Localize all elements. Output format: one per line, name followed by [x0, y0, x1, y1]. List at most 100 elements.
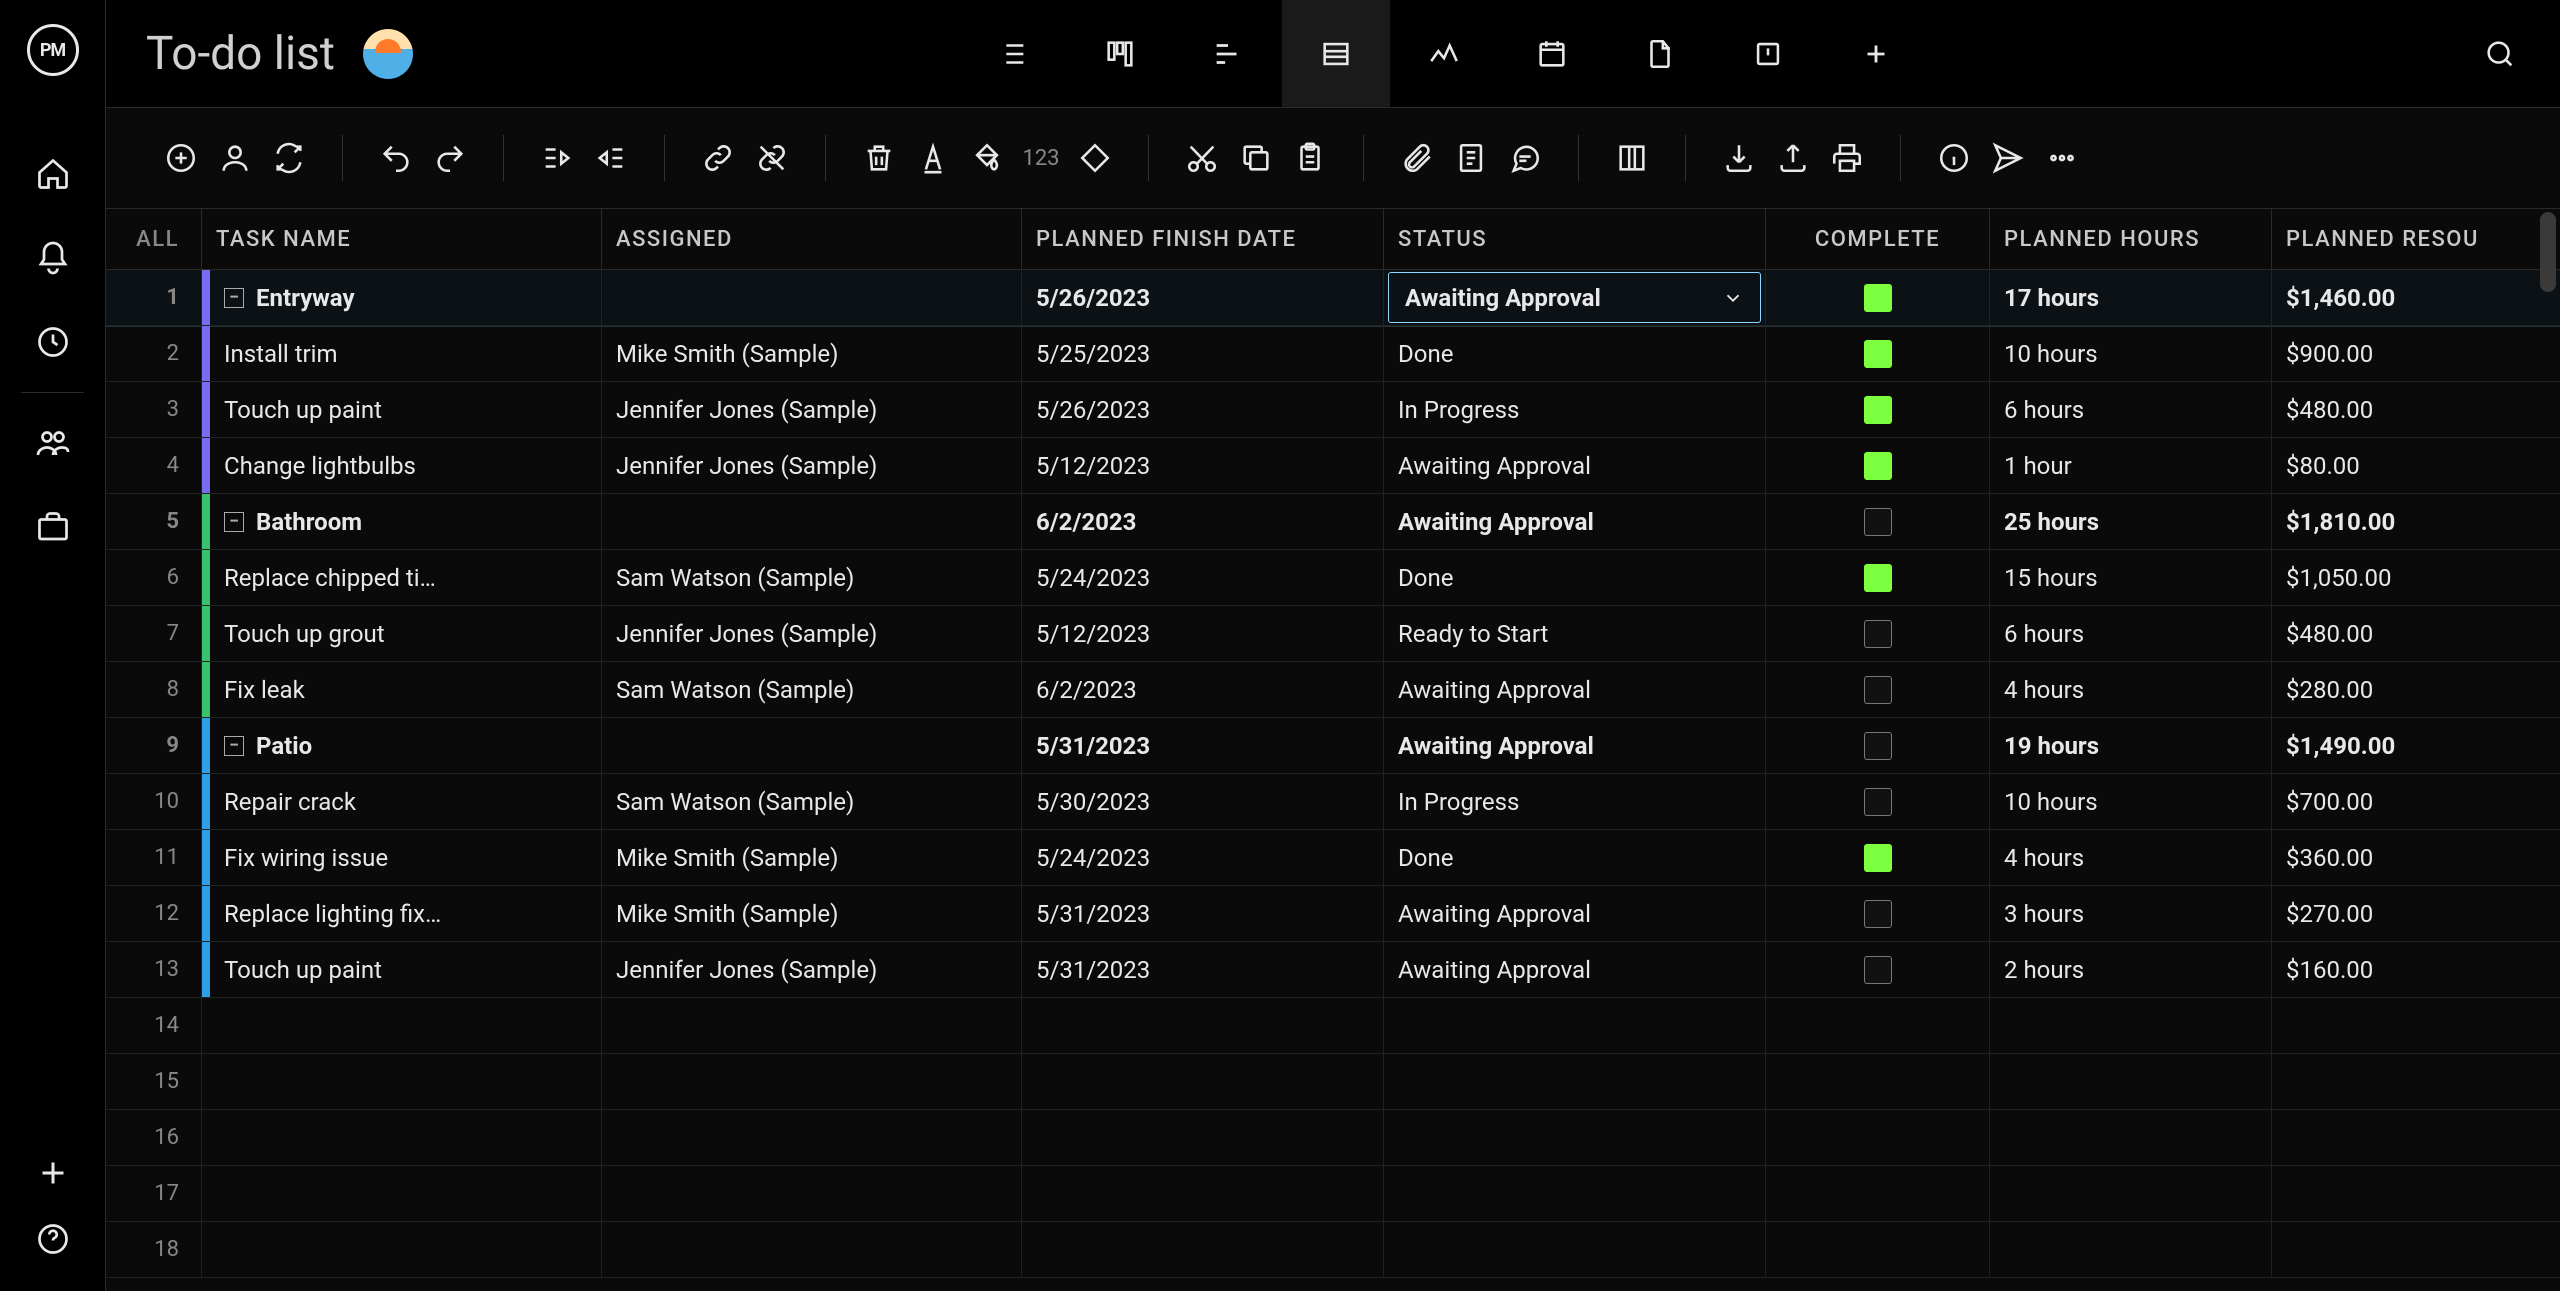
collapse-icon[interactable]: − [224, 736, 244, 756]
table-row[interactable]: 1−Entryway5/26/2023Awaiting Approval17 h… [106, 270, 2560, 326]
collapse-icon[interactable]: − [224, 512, 244, 532]
hours-cell[interactable]: 25 hours [1990, 494, 2272, 549]
status-cell[interactable]: Awaiting Approval [1384, 270, 1766, 325]
task-cell[interactable]: Repair crack [202, 774, 602, 829]
assigned-cell[interactable]: Mike Smith (Sample) [602, 886, 1022, 941]
table-row[interactable]: 3Touch up paintJennifer Jones (Sample)5/… [106, 382, 2560, 438]
delete-button[interactable] [854, 133, 904, 183]
assigned-cell[interactable] [602, 494, 1022, 549]
row-number[interactable]: 5 [106, 494, 202, 549]
empty-cell[interactable] [1990, 1110, 2272, 1165]
cut-button[interactable] [1177, 133, 1227, 183]
table-row[interactable]: 14 [106, 998, 2560, 1054]
scrollbar[interactable] [2540, 212, 2556, 292]
row-number[interactable]: 10 [106, 774, 202, 829]
status-cell[interactable]: Awaiting Approval [1384, 942, 1766, 997]
table-row[interactable]: 11Fix wiring issueMike Smith (Sample)5/2… [106, 830, 2560, 886]
hours-cell[interactable]: 17 hours [1990, 270, 2272, 325]
task-cell[interactable]: Replace lighting fix… [202, 886, 602, 941]
empty-cell[interactable] [1766, 1222, 1990, 1277]
complete-cell[interactable] [1766, 942, 1990, 997]
task-cell[interactable]: −Entryway [202, 270, 602, 325]
task-cell[interactable]: Install trim [202, 326, 602, 381]
empty-cell[interactable] [1990, 1166, 2272, 1221]
cost-cell[interactable]: $700.00 [2272, 774, 2556, 829]
task-cell[interactable]: Fix wiring issue [202, 830, 602, 885]
complete-checkbox[interactable] [1864, 844, 1892, 872]
assigned-cell[interactable]: Jennifer Jones (Sample) [602, 438, 1022, 493]
task-cell[interactable]: Replace chipped ti… [202, 550, 602, 605]
empty-cell[interactable] [1022, 1110, 1384, 1165]
col-header-date[interactable]: PLANNED FINISH DATE [1022, 209, 1384, 269]
status-cell[interactable]: Awaiting Approval [1384, 662, 1766, 717]
view-dashboard[interactable] [1390, 0, 1498, 107]
status-cell[interactable]: Awaiting Approval [1384, 438, 1766, 493]
empty-cell[interactable] [1766, 1166, 1990, 1221]
copy-button[interactable] [1231, 133, 1281, 183]
complete-checkbox[interactable] [1864, 732, 1892, 760]
row-number[interactable]: 16 [106, 1110, 202, 1165]
status-cell[interactable]: Awaiting Approval [1384, 718, 1766, 773]
table-row[interactable]: 4Change lightbulbsJennifer Jones (Sample… [106, 438, 2560, 494]
date-cell[interactable]: 5/12/2023 [1022, 438, 1384, 493]
row-number[interactable]: 8 [106, 662, 202, 717]
hours-cell[interactable]: 6 hours [1990, 382, 2272, 437]
view-list[interactable] [958, 0, 1066, 107]
project-title[interactable]: To-do list [146, 27, 335, 81]
col-header-complete[interactable]: COMPLETE [1766, 209, 1990, 269]
date-cell[interactable]: 5/24/2023 [1022, 830, 1384, 885]
nav-team[interactable] [0, 401, 105, 485]
complete-checkbox[interactable] [1864, 564, 1892, 592]
hours-cell[interactable]: 10 hours [1990, 774, 2272, 829]
row-number[interactable]: 9 [106, 718, 202, 773]
status-cell[interactable]: In Progress [1384, 774, 1766, 829]
complete-checkbox[interactable] [1864, 396, 1892, 424]
status-cell[interactable]: Done [1384, 830, 1766, 885]
complete-checkbox[interactable] [1864, 676, 1892, 704]
cost-cell[interactable]: $1,050.00 [2272, 550, 2556, 605]
table-row[interactable]: 10Repair crackSam Watson (Sample)5/30/20… [106, 774, 2560, 830]
nav-portfolio[interactable] [0, 485, 105, 569]
date-cell[interactable]: 5/31/2023 [1022, 886, 1384, 941]
empty-cell[interactable] [602, 1222, 1022, 1277]
complete-checkbox[interactable] [1864, 284, 1892, 312]
hours-cell[interactable]: 4 hours [1990, 662, 2272, 717]
date-cell[interactable]: 5/24/2023 [1022, 550, 1384, 605]
link-button[interactable] [693, 133, 743, 183]
hours-cell[interactable]: 19 hours [1990, 718, 2272, 773]
complete-cell[interactable] [1766, 886, 1990, 941]
status-cell[interactable]: Awaiting Approval [1384, 494, 1766, 549]
assign-button[interactable] [210, 133, 260, 183]
task-cell[interactable]: Change lightbulbs [202, 438, 602, 493]
redo-button[interactable] [425, 133, 475, 183]
task-cell[interactable]: −Bathroom [202, 494, 602, 549]
task-cell[interactable]: −Patio [202, 718, 602, 773]
table-row[interactable]: 5−Bathroom6/2/2023Awaiting Approval25 ho… [106, 494, 2560, 550]
empty-cell[interactable] [1384, 998, 1766, 1053]
cost-cell[interactable]: $480.00 [2272, 382, 2556, 437]
search-button[interactable] [2476, 30, 2524, 78]
date-cell[interactable]: 5/31/2023 [1022, 718, 1384, 773]
col-header-assigned[interactable]: ASSIGNED [602, 209, 1022, 269]
row-number[interactable]: 17 [106, 1166, 202, 1221]
table-row[interactable]: 16 [106, 1110, 2560, 1166]
assigned-cell[interactable]: Mike Smith (Sample) [602, 830, 1022, 885]
nav-help[interactable] [0, 1215, 105, 1263]
col-header-cost[interactable]: PLANNED RESOU [2272, 209, 2556, 269]
row-number[interactable]: 6 [106, 550, 202, 605]
status-cell[interactable]: Done [1384, 326, 1766, 381]
complete-cell[interactable] [1766, 774, 1990, 829]
row-number[interactable]: 4 [106, 438, 202, 493]
nav-add[interactable] [0, 1149, 105, 1197]
paste-button[interactable] [1285, 133, 1335, 183]
assigned-cell[interactable]: Sam Watson (Sample) [602, 662, 1022, 717]
empty-cell[interactable] [602, 1166, 1022, 1221]
empty-cell[interactable] [2272, 1222, 2556, 1277]
send-button[interactable] [1983, 133, 2033, 183]
hours-cell[interactable]: 2 hours [1990, 942, 2272, 997]
table-row[interactable]: 7Touch up groutJennifer Jones (Sample)5/… [106, 606, 2560, 662]
date-cell[interactable]: 5/26/2023 [1022, 270, 1384, 325]
empty-cell[interactable] [1990, 1054, 2272, 1109]
row-number[interactable]: 11 [106, 830, 202, 885]
empty-cell[interactable] [1990, 1222, 2272, 1277]
